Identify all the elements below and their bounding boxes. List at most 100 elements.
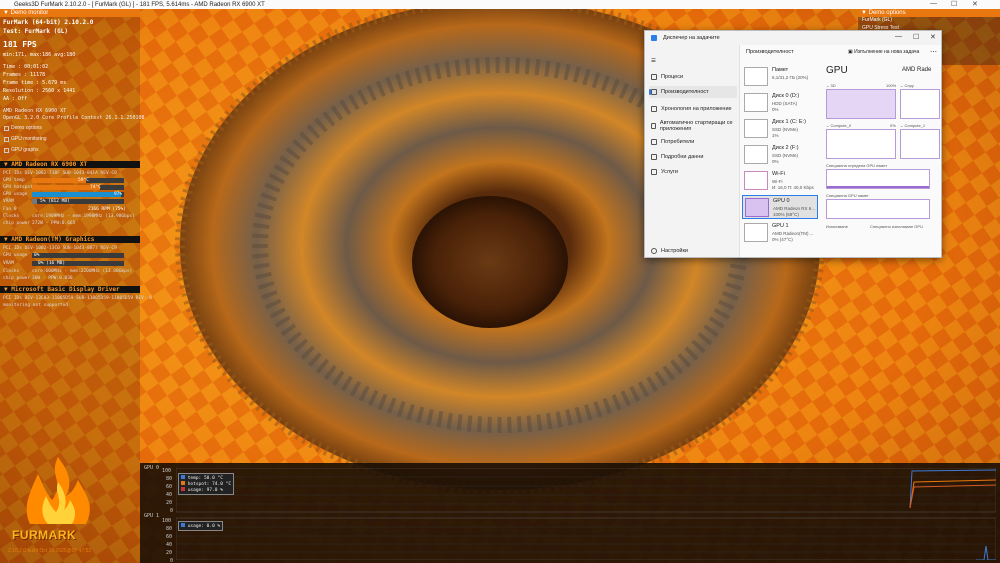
device-usage: И: 16,0 П: 40,0 Kbps <box>772 185 814 190</box>
task-manager-titlebar[interactable]: Диспечер на задачите — ☐ ✕ <box>645 31 941 45</box>
nav-services[interactable]: Услуги <box>649 166 737 178</box>
thumbnail-graph <box>744 67 768 86</box>
device-gpu0[interactable]: GPU 0 AMD Radeon RX 6... 100% (59°C) <box>742 195 818 219</box>
task-manager-title: Диспечер на задачите <box>663 35 720 41</box>
device-name: Диск 2 (F:) <box>772 145 799 151</box>
clocks-label: Clocks <box>3 269 20 274</box>
checkbox-label: GPU graphs <box>11 147 39 153</box>
device-wifi[interactable]: Wi-Fi Wi-Fi И: 16,0 П: 40,0 Kbps <box>742 169 818 193</box>
fps-stats: min:171, max:186 avg:180 <box>3 52 76 58</box>
gpu-graphs-checkbox[interactable]: ✓ GPU graphs <box>4 147 39 153</box>
tm-minimize-button[interactable]: — <box>895 33 902 40</box>
nav-label: Хронология на приложение <box>661 106 732 112</box>
services-icon <box>651 169 657 175</box>
chip-power-label: chip power <box>3 276 31 281</box>
furmark-logo-text: FURMARK <box>12 528 77 542</box>
graph-plot <box>176 468 996 560</box>
fan-label: Fan 0 <box>3 207 17 212</box>
option-item[interactable]: FurMark (GL) <box>858 17 1000 25</box>
frames-readout: Frames : 11178 <box>3 72 46 78</box>
gpu-usage-label: GPU usage <box>3 253 28 258</box>
device-usage: 100% (59°C) <box>773 212 799 217</box>
nav-users[interactable]: Потребители <box>649 136 737 148</box>
nav-processes[interactable]: Процеси <box>649 71 737 83</box>
device-usage: 1% <box>772 133 779 138</box>
bar-value: 97% <box>114 192 123 197</box>
startup-icon <box>651 123 656 129</box>
device-usage: 0% (47°C) <box>772 237 793 242</box>
device-name: GPU 1 <box>772 223 789 229</box>
vram-label: VRAM <box>3 261 14 266</box>
engine-copy-label: ⌄ Copy <box>900 83 914 88</box>
device-disk0[interactable]: Диск 0 (D:) HDD (SATA) 0% <box>742 91 818 115</box>
device-detail: SSD (NVMe) <box>772 153 799 158</box>
demo-options-header[interactable]: ▼ Demo options <box>858 9 1000 17</box>
gpu-model: AMD Rade <box>902 67 932 73</box>
minimize-button[interactable]: — <box>930 0 937 7</box>
nav-label: Процеси <box>661 74 684 80</box>
run-new-task-button[interactable]: ▣ Изпълнение на нова задача <box>848 49 919 55</box>
aa-readout: AA : Off <box>3 96 28 102</box>
more-options-icon[interactable]: ⋯ <box>930 48 937 56</box>
window-title-bar: Geeks3D FurMark 2.10.2.0 - [ FurMark (GL… <box>0 0 1000 9</box>
usage-label: Използване <box>826 224 848 229</box>
gpu-section-header[interactable]: ▼ AMD Radeon RX 6900 XT <box>0 161 140 168</box>
maximize-button[interactable]: ☐ <box>951 0 957 8</box>
demo-monitor-title: Demo monitor <box>10 10 49 16</box>
device-gpu1[interactable]: GPU 1 AMD Radeon(TM) ... 0% (47°C) <box>742 221 818 245</box>
vram-label: VRAM <box>3 199 14 204</box>
device-disk1[interactable]: Диск 1 (C: E:) SSD (NVMe) 1% <box>742 117 818 141</box>
clocks-value: core:1909MHz - mem:1990MHz (13.98Gbps) <box>32 214 135 219</box>
device-memory[interactable]: Памет 6,1/31,2 ГБ (20%) <box>742 65 818 89</box>
pci-ids: PCI IDs DEV-1002-13C0 SUB-1043-8877 REV-… <box>3 246 117 251</box>
gpu-section-title: AMD Radeon(TM) Graphics <box>11 236 95 243</box>
axis-tick: 80 <box>166 526 173 532</box>
legend-usage: usage: 0.0 % <box>181 523 220 529</box>
device-usage: 0% <box>772 107 779 112</box>
tm-close-button[interactable]: ✕ <box>930 33 936 41</box>
device-detail: 6,1/31,2 ГБ (20%) <box>772 75 809 80</box>
gpu-monitoring-checkbox[interactable]: ✓ GPU monitoring <box>4 136 47 142</box>
hamburger-menu-button[interactable]: ☰ <box>649 55 737 67</box>
device-usage: 0% <box>772 159 779 164</box>
nav-details[interactable]: Подробни данни <box>649 151 737 163</box>
gpu-graphs-area: GPU 0 GPU 1 100 80 60 40 20 0 100 80 60 … <box>140 463 1000 563</box>
nav-settings[interactable]: Настройки <box>649 245 737 257</box>
engine-compute0-percent: 0% <box>890 123 896 128</box>
gpu-usage-label: GPU usage <box>3 192 28 197</box>
legend-text: usage: 0.0 % <box>187 524 221 529</box>
nav-startup-apps[interactable]: Автоматично стартиращи се приложения <box>649 118 737 134</box>
gpu-section-header[interactable]: ▼ Microsoft Basic Display Driver <box>0 286 140 293</box>
demo-options-checkbox[interactable]: ✓ Demo options <box>4 125 42 131</box>
monitoring-note: monitoring not supported <box>3 303 69 308</box>
close-button[interactable]: ✕ <box>972 0 978 8</box>
nav-label: Услуги <box>661 169 678 175</box>
shared-usage-label: Специално използване GPU <box>870 224 923 229</box>
tm-maximize-button[interactable]: ☐ <box>913 33 919 41</box>
device-list: Памет 6,1/31,2 ГБ (20%) Диск 0 (D:) HDD (S… <box>740 65 820 257</box>
bar-value: 2166 RPM (75%) <box>88 207 126 212</box>
nav-label: Производителност <box>661 89 709 95</box>
gpu-hotspot-label: GPU hotspot <box>3 185 33 190</box>
gpu-title: GPU <box>826 65 848 76</box>
engine-3d-graph <box>826 89 896 119</box>
device-disk2[interactable]: Диск 2 (F:) SSD (NVMe) 0% <box>742 143 818 167</box>
axis-tick: 20 <box>166 550 173 556</box>
legend-text: usage: 97.0 % <box>187 488 223 493</box>
thumbnail-graph <box>745 198 769 217</box>
checkbox-label: GPU monitoring <box>11 136 47 142</box>
device-detail: SSD (NVMe) <box>772 127 799 132</box>
nav-app-history[interactable]: Хронология на приложение <box>649 101 737 117</box>
axis-tick: 40 <box>166 542 173 548</box>
thumbnail-graph <box>744 145 768 164</box>
gpu-section-header[interactable]: ▼ AMD Radeon(TM) Graphics <box>0 236 140 243</box>
chip-power-value: 36W - PPW:0.030 <box>32 276 73 281</box>
gpu-temp-bar: 59°C <box>32 178 124 183</box>
fan-bar: 2166 RPM (75%) <box>32 207 126 212</box>
nav-performance[interactable]: Производителност <box>649 86 737 98</box>
memory-fill <box>827 186 929 188</box>
demo-monitor-header[interactable]: ▼ Demo monitor <box>0 9 140 17</box>
engine-compute0-label: ⌄ Compute_0 <box>826 123 852 128</box>
task-manager-icon <box>651 35 657 41</box>
vram-bar: 0% (16 MB) <box>32 261 124 266</box>
